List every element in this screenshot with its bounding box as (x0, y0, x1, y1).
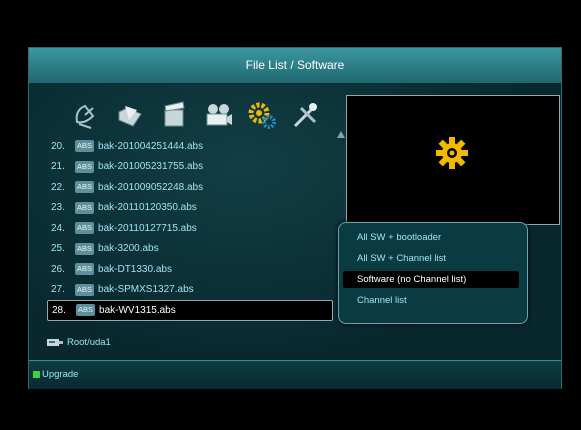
file-name: bak-SPMXS1327.abs (98, 284, 194, 296)
scroll-up-arrow-icon[interactable] (337, 131, 345, 138)
file-number: 22. (51, 181, 65, 193)
abs-badge: ABS (75, 242, 95, 255)
file-row[interactable]: 26. ABS bak-DT1330.abs (47, 259, 337, 280)
menu-item-software-no-channel-list[interactable]: Software (no Channel list) (343, 271, 519, 288)
file-number: 28. (52, 304, 66, 316)
upgrade-options-menu: All SW + bootloader All SW + Channel lis… (338, 222, 528, 324)
file-name: bak-201005231755.abs (98, 161, 204, 173)
usb-drive-icon (47, 338, 63, 347)
file-row[interactable]: 23. ABS bak-20110120350.abs (47, 198, 337, 219)
bottom-bar: Upgrade (29, 360, 561, 389)
category-icons (71, 97, 321, 133)
green-key-label: Upgrade (42, 369, 79, 380)
clapperboard-icon[interactable] (159, 100, 189, 130)
file-name: bak-201004251444.abs (98, 140, 204, 152)
satellite-dish-icon[interactable] (71, 100, 101, 130)
file-row[interactable]: 25. ABS bak-3200.abs (47, 239, 337, 260)
gear-icon (435, 136, 469, 170)
menu-item-channel-list[interactable]: Channel list (343, 292, 517, 309)
file-list: 20. ABS bak-201004251444.abs 21. ABS bak… (47, 136, 337, 321)
abs-badge: ABS (75, 160, 95, 173)
folder-icon[interactable] (115, 100, 145, 130)
green-key-legend[interactable]: Upgrade (33, 369, 78, 380)
path-text: Root/uda1 (67, 337, 111, 348)
file-number: 24. (51, 222, 65, 234)
file-number: 27. (51, 284, 65, 296)
file-row-selected[interactable]: 28. ABS bak-WV1315.abs (47, 300, 333, 321)
file-number: 23. (51, 202, 65, 214)
current-path: Root/uda1 (47, 337, 111, 348)
file-name: bak-201009052248.abs (98, 181, 204, 193)
file-number: 25. (51, 243, 65, 255)
file-name: bak-WV1315.abs (99, 304, 176, 316)
abs-badge: ABS (75, 283, 95, 296)
abs-badge: ABS (75, 222, 95, 235)
menu-item-all-sw-channel-list[interactable]: All SW + Channel list (343, 250, 517, 267)
file-row[interactable]: 27. ABS bak-SPMXS1327.abs (47, 280, 337, 301)
file-name: bak-DT1330.abs (98, 263, 172, 275)
file-row[interactable]: 20. ABS bak-201004251444.abs (47, 136, 337, 157)
file-name: bak-3200.abs (98, 243, 159, 255)
abs-badge: ABS (75, 201, 95, 214)
menu-item-all-sw-bootloader[interactable]: All SW + bootloader (343, 229, 517, 246)
abs-badge: ABS (76, 304, 96, 317)
abs-badge: ABS (75, 181, 95, 194)
camera-icon[interactable] (203, 100, 233, 130)
file-row[interactable]: 22. ABS bak-201009052248.abs (47, 177, 337, 198)
file-number: 21. (51, 161, 65, 173)
file-number: 20. (51, 140, 65, 152)
file-row[interactable]: 24. ABS bak-20110127715.abs (47, 218, 337, 239)
tools-icon[interactable] (291, 100, 321, 130)
abs-badge: ABS (75, 263, 95, 276)
file-row[interactable]: 21. ABS bak-201005231755.abs (47, 157, 337, 178)
green-key-icon (33, 371, 40, 378)
window-title: File List / Software (29, 48, 561, 84)
abs-badge: ABS (75, 140, 95, 153)
file-name: bak-20110120350.abs (98, 202, 197, 214)
file-list-window: File List / Software 20. ABS bak-2010042… (28, 47, 562, 389)
gears-icon[interactable] (247, 100, 277, 130)
file-name: bak-20110127715.abs (98, 222, 197, 234)
file-number: 26. (51, 263, 65, 275)
preview-pane (346, 95, 560, 225)
